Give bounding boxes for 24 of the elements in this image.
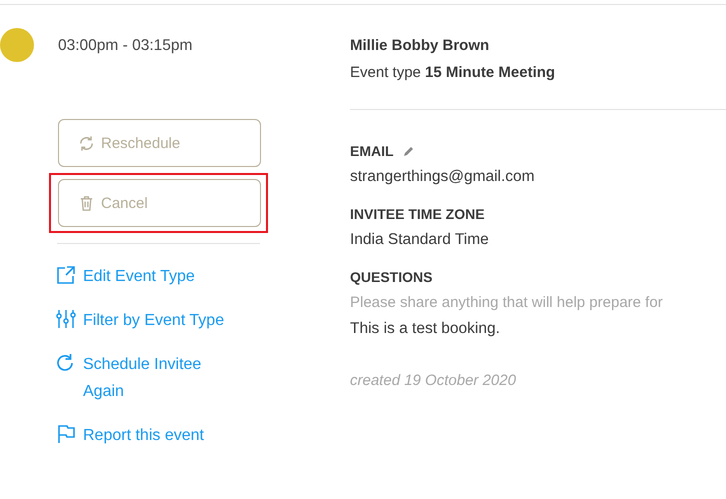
field-label: INVITEE TIME ZONE: [350, 206, 485, 222]
action-link[interactable]: Filter by Event Type: [56, 307, 268, 334]
action-link[interactable]: Report this event: [56, 422, 268, 449]
created-date: created 19 October 2020: [350, 372, 517, 389]
sliders-icon: [56, 309, 76, 329]
field-label: EMAIL: [350, 143, 394, 159]
event-time: 03:00pm - 03:15pm: [58, 37, 192, 55]
repeat-icon: [56, 353, 76, 373]
field-value: strangerthings@gmail.com: [350, 168, 536, 186]
pencil-icon[interactable]: [402, 144, 415, 158]
action-button[interactable]: Cancel: [58, 179, 261, 227]
question-text: Please share anything that will help prepare for: [350, 294, 664, 311]
invitee-name: Millie Bobby Brown: [350, 37, 490, 54]
field-value: India Standard Time: [350, 231, 490, 249]
external-link-icon: [56, 265, 76, 285]
action-button[interactable]: Reschedule: [58, 119, 261, 167]
field-label: QUESTIONS: [350, 269, 432, 285]
event-type: Event type 15 Minute Meeting: [350, 64, 556, 81]
refresh-icon: [78, 134, 95, 152]
trash-icon: [78, 194, 95, 212]
flag-icon: [56, 424, 76, 444]
action-link[interactable]: Schedule Invitee Again: [56, 351, 268, 405]
field-value: This is a test booking.: [350, 320, 501, 338]
action-link[interactable]: Edit Event Type: [56, 263, 268, 290]
